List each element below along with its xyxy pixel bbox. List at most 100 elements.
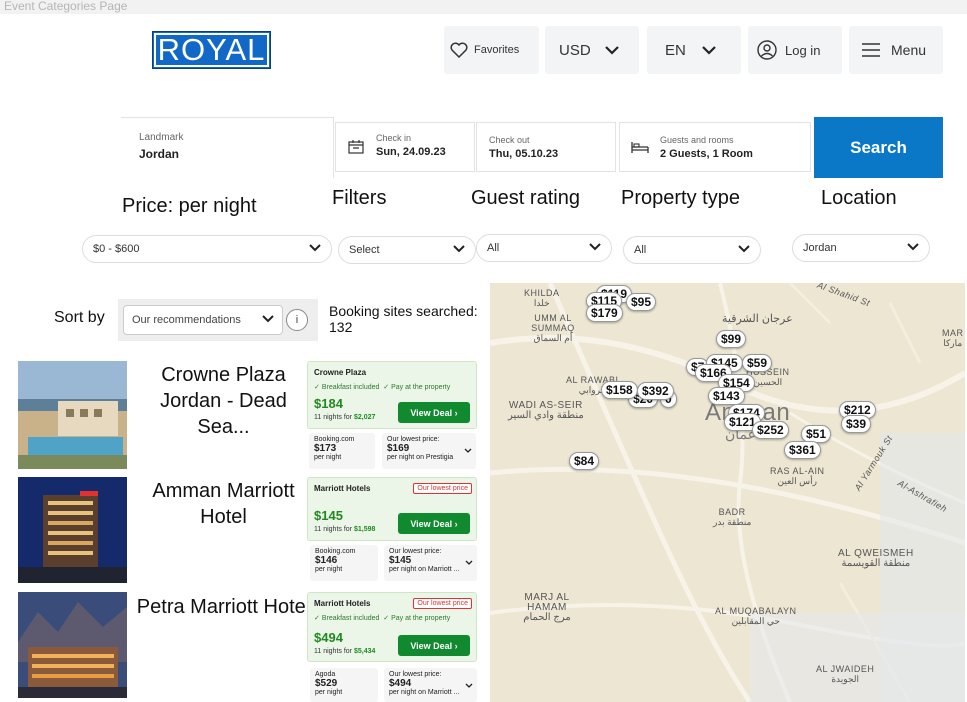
alt-sub: per night on Marriott ... (389, 566, 460, 573)
map-view[interactable]: KHILDA خلدا UMM AL SUMMAQ أم السماق AL RAW… (490, 283, 965, 702)
view-deal-label: View Deal (410, 407, 453, 418)
chevron-down-icon (702, 45, 716, 55)
chevron-down-icon (604, 45, 619, 55)
map-price-pin[interactable]: $95 (626, 293, 657, 311)
place-ar: منطقة القويسمة (841, 558, 911, 569)
alt-deal-lowest[interactable]: Our lowest price: $494 per night on Marr… (384, 668, 477, 702)
login-button[interactable]: Log in (748, 26, 842, 74)
alt-deal-lowest[interactable]: Our lowest price: $169 per night on Pres… (382, 433, 476, 469)
royal-logo[interactable]: ROYAL (152, 31, 271, 69)
alt-deal-lowest[interactable]: Our lowest price: $145 per night on Marr… (384, 545, 477, 581)
deal-features: ✓ Breakfast included ✓ Pay at the proper… (314, 384, 451, 391)
landmark-field[interactable]: Landmark Jordan (121, 117, 334, 178)
deal-provider: Marriott Hotels (314, 484, 371, 493)
view-deal-button[interactable]: View Deal › (398, 402, 470, 423)
map-price-pin[interactable]: $84 (569, 452, 600, 470)
hotel-name[interactable]: Amman Marriott Hotel (136, 478, 311, 530)
hotel-image-amman-marriott[interactable] (18, 477, 127, 583)
alt-sub: per night (315, 689, 343, 696)
checkout-value: Thu, 05.10.23 (489, 148, 559, 160)
alt-price: $146 (315, 555, 338, 566)
property-type-label: Property type (621, 187, 740, 209)
alt-sub: per night (314, 454, 342, 461)
menu-button[interactable]: Menu (849, 26, 943, 74)
map-price-pin[interactable]: $143 (708, 387, 745, 405)
view-deal-button[interactable]: View Deal › (398, 635, 470, 656)
place-ar: حي المقابلين (731, 616, 780, 626)
alt-price: $529 (315, 678, 338, 689)
booking-sites-searched: Booking sites searched: 132 (329, 303, 478, 335)
alt-price: $169 (387, 443, 410, 454)
chevron-down-icon (262, 314, 274, 326)
search-button[interactable]: Search (814, 117, 943, 178)
nights-text: 11 nights for (314, 526, 353, 533)
deal-price: $145 (314, 508, 343, 523)
price-select-value: $0 - $600 (93, 243, 140, 255)
checkin-field[interactable]: Check in Sun, 24.09.23 (335, 122, 475, 172)
hotel-main-deal: Marriott Hotels Our lowest price ✓ Break… (307, 592, 477, 662)
hotel-image-petra-marriott[interactable] (18, 592, 127, 698)
guests-label: Guests and rooms (660, 135, 734, 145)
filters-select[interactable]: Select (338, 236, 476, 264)
map-price-pin[interactable]: $252 (752, 421, 789, 439)
favorites-button[interactable]: Favorites (444, 26, 539, 74)
place-ar: منطقة بدر (713, 517, 752, 527)
alt-deal-booking[interactable]: Booking.com $173 per night (309, 433, 375, 469)
view-deal-label: View Deal (410, 518, 453, 529)
map-price-pin[interactable]: $158 (601, 381, 638, 399)
map-label-marj-al-hamam: MARJ AL HAMAM مرج الحمام (520, 593, 574, 623)
nights-text: 11 nights for (314, 648, 353, 655)
map-price-pin[interactable]: $39 (841, 415, 872, 433)
deal-nights: 11 nights for $2,027 (314, 414, 375, 421)
chevron-down-icon (453, 244, 465, 256)
guest-rating-value: All (487, 242, 500, 254)
deal-provider: Crowne Plaza (314, 368, 367, 377)
sort-select-value: Our recommendations (132, 314, 241, 326)
map-price-pin[interactable]: $361 (784, 441, 821, 459)
alt-deal-booking[interactable]: Booking.com $146 per night (310, 545, 378, 581)
alt-deal-agoda[interactable]: Agoda $529 per night (310, 668, 378, 702)
location-label: Location (821, 187, 897, 209)
guests-field[interactable]: Guests and rooms 2 Guests, 1 Room (619, 122, 811, 172)
language-selector[interactable]: EN (647, 26, 741, 74)
searched-count: 132 (329, 319, 353, 335)
map-price-pin[interactable]: $99 (716, 330, 747, 348)
alt-sub: per night on Prestigia (387, 454, 454, 461)
map-label-wadi-as-seir: WADI AS-SEIR منطقة وادي السير (508, 401, 584, 421)
currency-selector[interactable]: USD (545, 26, 639, 74)
alt-site: Booking.com (314, 436, 355, 443)
sort-select[interactable]: Our recommendations (123, 305, 283, 335)
map-price-pin[interactable]: $59 (742, 354, 773, 372)
view-deal-button[interactable]: View Deal › (398, 513, 470, 534)
feature-breakfast: Breakfast included (321, 615, 380, 622)
alt-price: $494 (389, 678, 412, 689)
hotel-main-deal: Marriott Hotels Our lowest price $145 11… (307, 477, 477, 541)
landmark-label: Landmark (139, 132, 184, 143)
location-select[interactable]: Jordan (792, 234, 930, 262)
place-en: UMM AL SUMMAQ (531, 313, 575, 333)
hotel-name[interactable]: Petra Marriott Hotel (136, 594, 311, 620)
guest-rating-select[interactable]: All (476, 234, 612, 262)
login-label: Log in (785, 42, 821, 58)
alt-site: Booking.com (315, 548, 356, 555)
guests-value: 2 Guests, 1 Room (660, 148, 753, 160)
map-price-pin[interactable]: $179 (586, 304, 623, 322)
map-price-pin[interactable]: $392 (637, 382, 674, 400)
place-en: MAR (942, 328, 964, 338)
property-type-select[interactable]: All (623, 236, 761, 264)
place-ar: رأس العين (777, 476, 818, 486)
map-label-al-qweismeh: AL QWEISMEH منطقة القويسمة (838, 549, 914, 569)
map-label-khilda: KHILDA خلدا (524, 288, 560, 308)
alt-site: Our lowest price: (389, 548, 442, 555)
info-icon[interactable]: i (286, 309, 308, 331)
checkout-field[interactable]: Check out Thu, 05.10.23 (476, 122, 616, 172)
hotel-image-crowne-plaza[interactable] (18, 361, 127, 469)
price-select[interactable]: $0 - $600 (82, 235, 332, 263)
deal-provider: Marriott Hotels (314, 599, 371, 608)
window-title: Event Categories Page (0, 0, 967, 14)
hotel-name[interactable]: Crowne Plaza Jordan - Dead Sea... (136, 362, 311, 440)
alt-price: $173 (314, 443, 337, 454)
nights-text: 11 nights for (314, 414, 353, 421)
alt-site: Our lowest price: (387, 436, 440, 443)
alt-sub: per night on Marriott ... (389, 689, 460, 696)
